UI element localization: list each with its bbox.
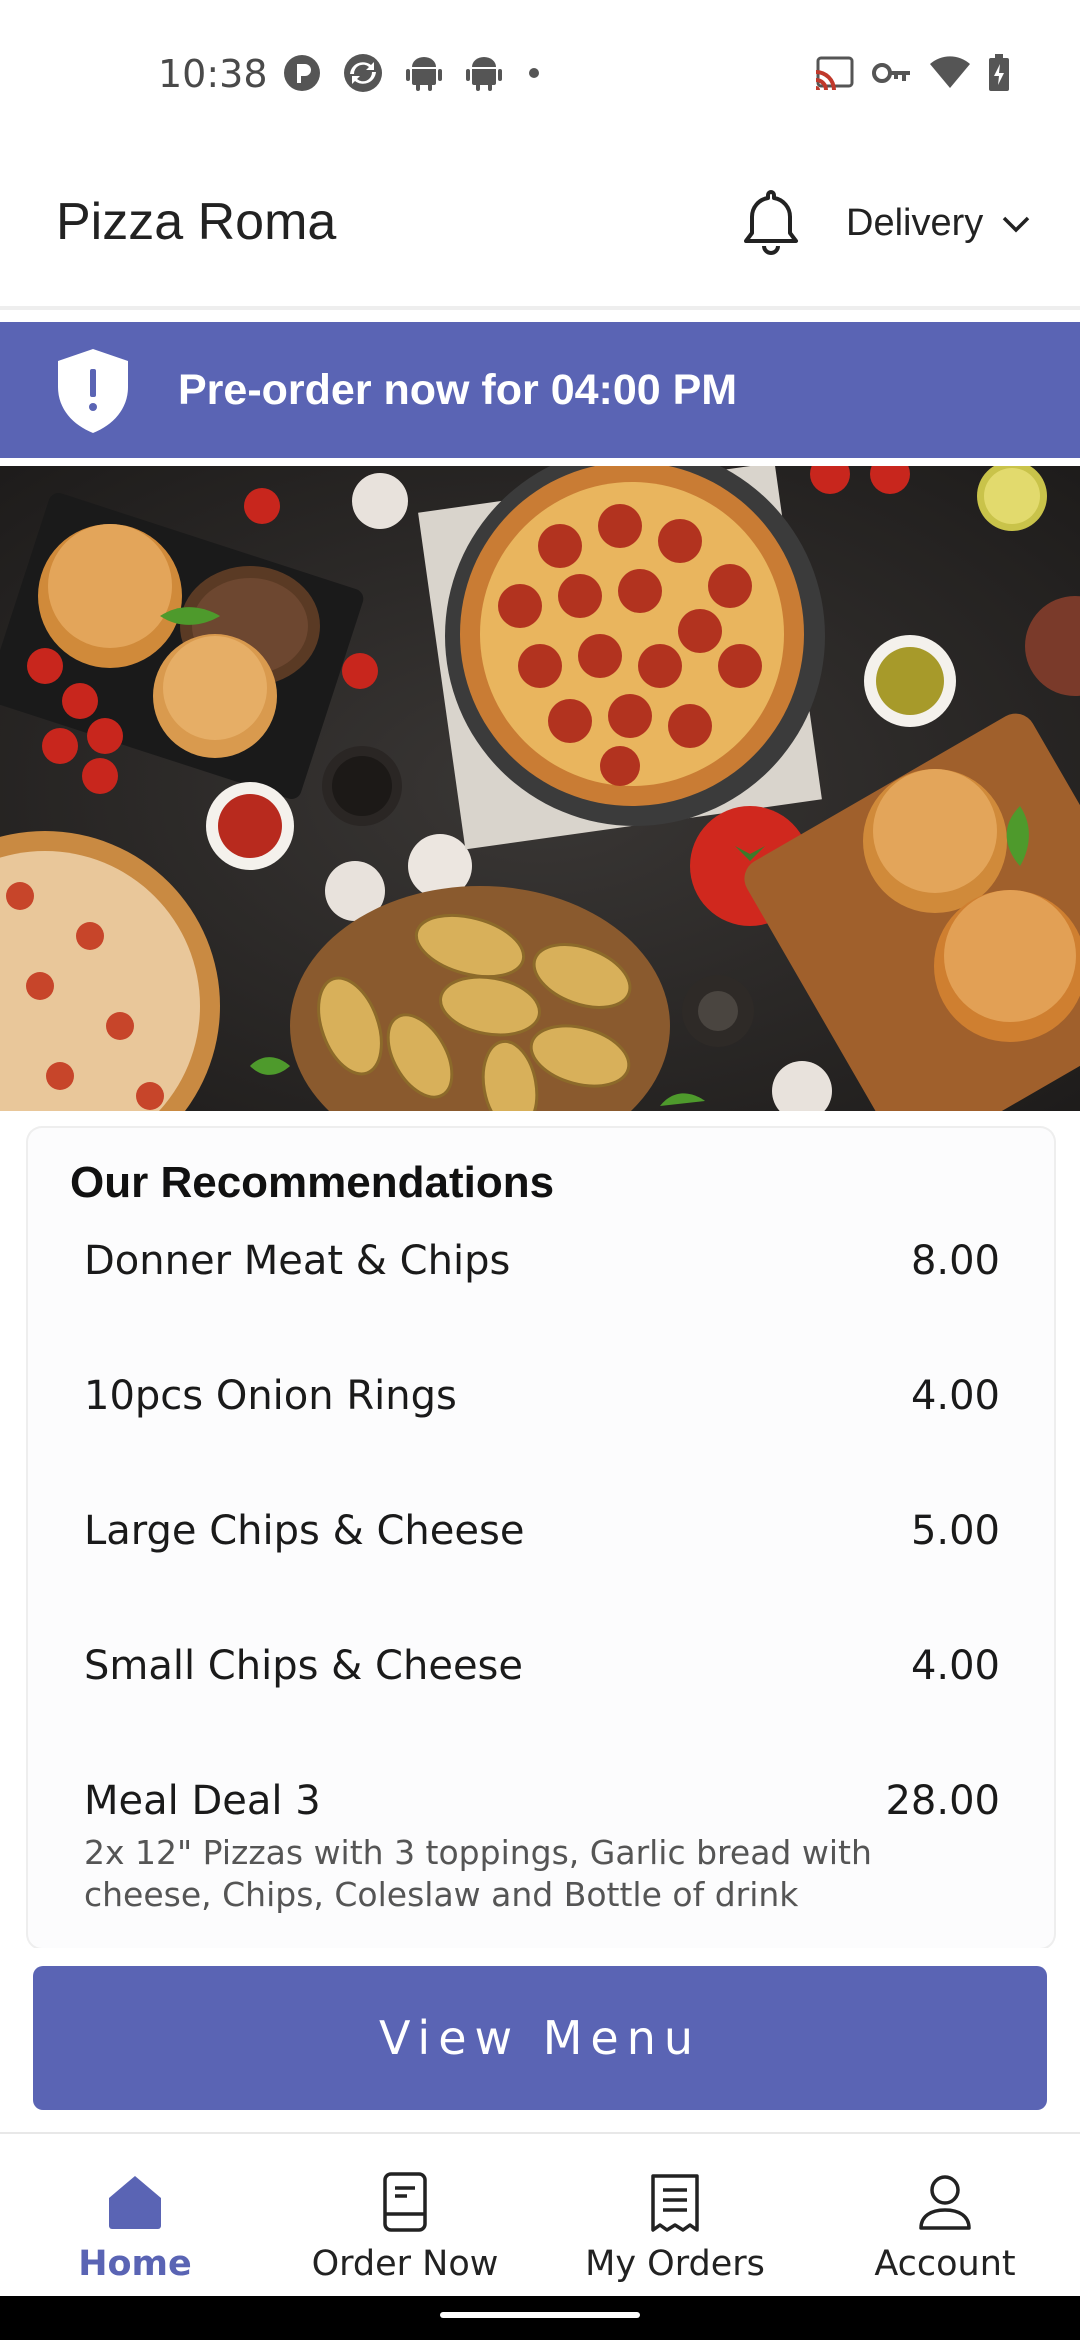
list-item[interactable]: Large Chips & Cheese 5.00 [28, 1508, 1054, 1643]
shield-alert-icon [58, 349, 128, 433]
status-right-icons [814, 54, 1010, 92]
list-item[interactable]: 10pcs Onion Rings 4.00 [28, 1373, 1054, 1508]
preorder-text: Pre-order now for 04:00 PM [178, 366, 738, 414]
hero-food-image [0, 466, 1080, 1111]
list-item[interactable]: Small Chips & Cheese 4.00 [28, 1643, 1054, 1778]
hero-illustration [0, 466, 1080, 1111]
status-bar: 10:38 [0, 0, 1080, 150]
order-now-icon [383, 2172, 427, 2232]
battery-icon [989, 54, 1009, 91]
wifi-icon [930, 56, 970, 88]
item-description: 2x 12" Pizzas with 3 toppings, Garlic br… [84, 1833, 872, 1914]
item-name: Small Chips & Cheese [84, 1643, 524, 1689]
item-price: 4.00 [910, 1643, 1000, 1689]
gesture-handle[interactable] [440, 2312, 640, 2318]
person-icon [919, 2175, 971, 2230]
view-menu-area: View Menu [0, 1948, 1080, 2132]
status-time: 10:38 [158, 52, 268, 96]
item-price: 8.00 [910, 1238, 1000, 1284]
receipt-icon [651, 2174, 699, 2232]
home-icon [109, 2176, 161, 2229]
order-type-selector[interactable]: Delivery [846, 202, 1031, 245]
nav-label-order-now: Order Now [311, 2244, 499, 2284]
app-bar: Pizza Roma Delivery [0, 150, 1080, 310]
item-name: 10pcs Onion Rings [84, 1373, 457, 1419]
android-icon [466, 57, 502, 91]
nav-item-account[interactable]: Account [810, 2134, 1080, 2296]
bell-icon[interactable] [740, 186, 802, 260]
preorder-banner: Pre-order now for 04:00 PM [0, 322, 1080, 458]
recommendations-list: Donner Meat & Chips 8.00 10pcs Onion Rin… [28, 1238, 1054, 1914]
recommendations-card: Our Recommendations Donner Meat & Chips … [28, 1128, 1054, 1948]
status-left-icons [282, 52, 544, 94]
order-type-label: Delivery [846, 202, 984, 244]
list-item[interactable]: Donner Meat & Chips 8.00 [28, 1238, 1054, 1373]
item-name: Large Chips & Cheese [84, 1508, 525, 1554]
item-price: 5.00 [910, 1508, 1000, 1554]
nav-label-account: Account [874, 2244, 1016, 2284]
dot-icon [529, 68, 539, 78]
item-name: Meal Deal 3 [84, 1778, 321, 1824]
nav-item-order-now[interactable]: Order Now [270, 2134, 540, 2296]
recommendations-title: Our Recommendations [70, 1158, 555, 1207]
list-item[interactable]: Meal Deal 3 28.00 2x 12" Pizzas with 3 t… [28, 1778, 1054, 1914]
chevron-down-icon [1003, 216, 1030, 232]
nav-item-home[interactable]: Home [0, 2134, 270, 2296]
p-circle-icon [284, 55, 320, 91]
item-price: 4.00 [910, 1373, 1000, 1419]
vpn-key-icon [872, 63, 910, 83]
view-menu-button[interactable]: View Menu [33, 1966, 1047, 2110]
item-name: Donner Meat & Chips [84, 1238, 511, 1284]
sync-icon [344, 54, 382, 92]
android-icon [406, 57, 442, 91]
gesture-bar [0, 2296, 1080, 2340]
nav-item-my-orders[interactable]: My Orders [540, 2134, 810, 2296]
nav-label-home: Home [78, 2244, 192, 2284]
nav-label-my-orders: My Orders [585, 2244, 765, 2284]
restaurant-name: Pizza Roma [56, 193, 337, 251]
bottom-navigation: Home Order Now My Orders Account [0, 2132, 1080, 2296]
cast-icon [816, 56, 854, 90]
item-price: 28.00 [885, 1778, 1000, 1824]
